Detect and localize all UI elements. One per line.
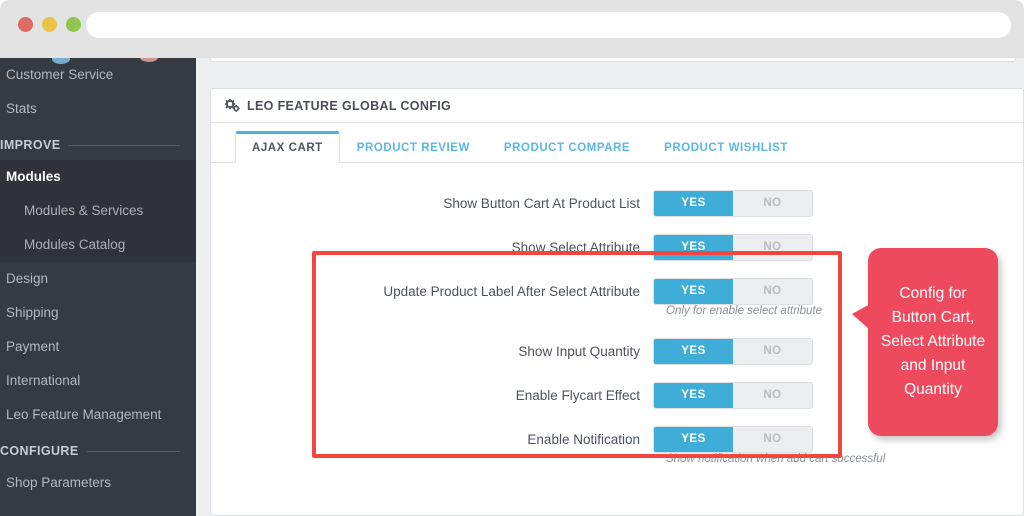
setting-label: Show Select Attribute [511,239,640,255]
toggle-update-product-label-after-select-attribute[interactable]: YES NO [653,277,813,305]
tab-product-wishlist[interactable]: PRODUCT WISHLIST [647,131,805,163]
sidebar-section-configure: CONFIGURE [0,432,196,466]
sidebar-group-modules: Modules Modules & Services Modules Catal… [0,160,196,262]
sidebar-item-shipping[interactable]: Shipping [0,296,196,330]
toggle-no-option[interactable]: NO [733,279,812,304]
setting-label: Show Button Cart At Product List [443,195,640,211]
tab-bar: AJAX CART PRODUCT REVIEW PRODUCT COMPARE… [211,123,1023,163]
window-controls [18,17,81,32]
panel-title: LEO FEATURE GLOBAL CONFIG [247,98,452,113]
sidebar-item-shop-parameters[interactable]: Shop Parameters [0,466,196,500]
panel-header: LEO FEATURE GLOBAL CONFIG [211,89,1023,123]
sidebar-section-improve-label: IMPROVE [0,138,61,152]
toggle-enable-notification[interactable]: YES NO [653,425,813,453]
toggle-enable-flycart-effect[interactable]: YES NO [653,381,813,409]
toggle-yes-option[interactable]: YES [654,278,733,304]
toggle-no-option[interactable]: NO [733,235,812,260]
toggle-show-select-attribute[interactable]: YES NO [653,233,813,261]
address-bar[interactable] [86,12,1011,38]
sidebar-section-improve: IMPROVE [0,126,196,160]
sidebar-item-modules-catalog[interactable]: Modules Catalog [0,228,196,262]
setting-help-text-notification: Show notification when add cart successf… [666,453,886,465]
toggle-no-option[interactable]: NO [733,427,812,452]
sidebar-item-design[interactable]: Design [0,262,196,296]
sidebar-section-rule [86,450,180,452]
cogs-icon [225,99,240,112]
setting-label: Update Product Label After Select Attrib… [383,283,640,299]
toggle-no-option[interactable]: NO [733,339,812,364]
toggle-no-option[interactable]: NO [733,191,812,216]
toggle-yes-option[interactable]: YES [654,234,733,260]
setting-row-show-button-cart-at-product-list: Show Button Cart At Product List YES NO [211,181,1023,225]
minimize-window-button[interactable] [42,17,57,32]
sidebar-item-modules[interactable]: Modules [0,160,196,194]
sidebar-item-leo-feature-management[interactable]: Leo Feature Management [0,398,196,432]
toggle-yes-option[interactable]: YES [654,382,733,408]
toggle-yes-option[interactable]: YES [654,338,733,364]
toggle-no-option[interactable]: NO [733,383,812,408]
collapsed-panel-above[interactable] [210,58,1016,62]
sidebar-item-payment[interactable]: Payment [0,330,196,364]
tab-product-review[interactable]: PRODUCT REVIEW [340,131,487,163]
annotation-callout-text: Config for Button Cart, Select Attribute… [880,285,986,398]
tab-ajax-cart[interactable]: AJAX CART [235,131,340,163]
sidebar-item-stats[interactable]: Stats [0,92,196,126]
toggle-show-button-cart-at-product-list[interactable]: YES NO [653,189,813,217]
browser-chrome [0,0,1024,48]
chrome-shadow [0,48,1024,58]
sidebar-item-modules-and-services[interactable]: Modules & Services [0,194,196,228]
close-window-button[interactable] [18,17,33,32]
maximize-window-button[interactable] [66,17,81,32]
annotation-callout: Config for Button Cart, Select Attribute… [852,248,998,436]
setting-label: Show Input Quantity [518,343,640,359]
sidebar-item-customer-service[interactable]: Customer Service [0,58,196,92]
sidebar-section-configure-label: CONFIGURE [0,444,79,458]
page-viewport: Customer Service Stats IMPROVE Modules M… [0,58,1024,516]
sidebar-item-international[interactable]: International [0,364,196,398]
toggle-yes-option[interactable]: YES [654,426,733,452]
tab-product-compare[interactable]: PRODUCT COMPARE [487,131,647,163]
toggle-yes-option[interactable]: YES [654,190,733,216]
setting-label: Enable Notification [527,431,640,447]
sidebar-section-rule [68,144,180,146]
toggle-show-input-quantity[interactable]: YES NO [653,337,813,365]
sidebar: Customer Service Stats IMPROVE Modules M… [0,58,196,516]
setting-label: Enable Flycart Effect [515,387,640,403]
callout-arrow-icon [852,304,870,330]
